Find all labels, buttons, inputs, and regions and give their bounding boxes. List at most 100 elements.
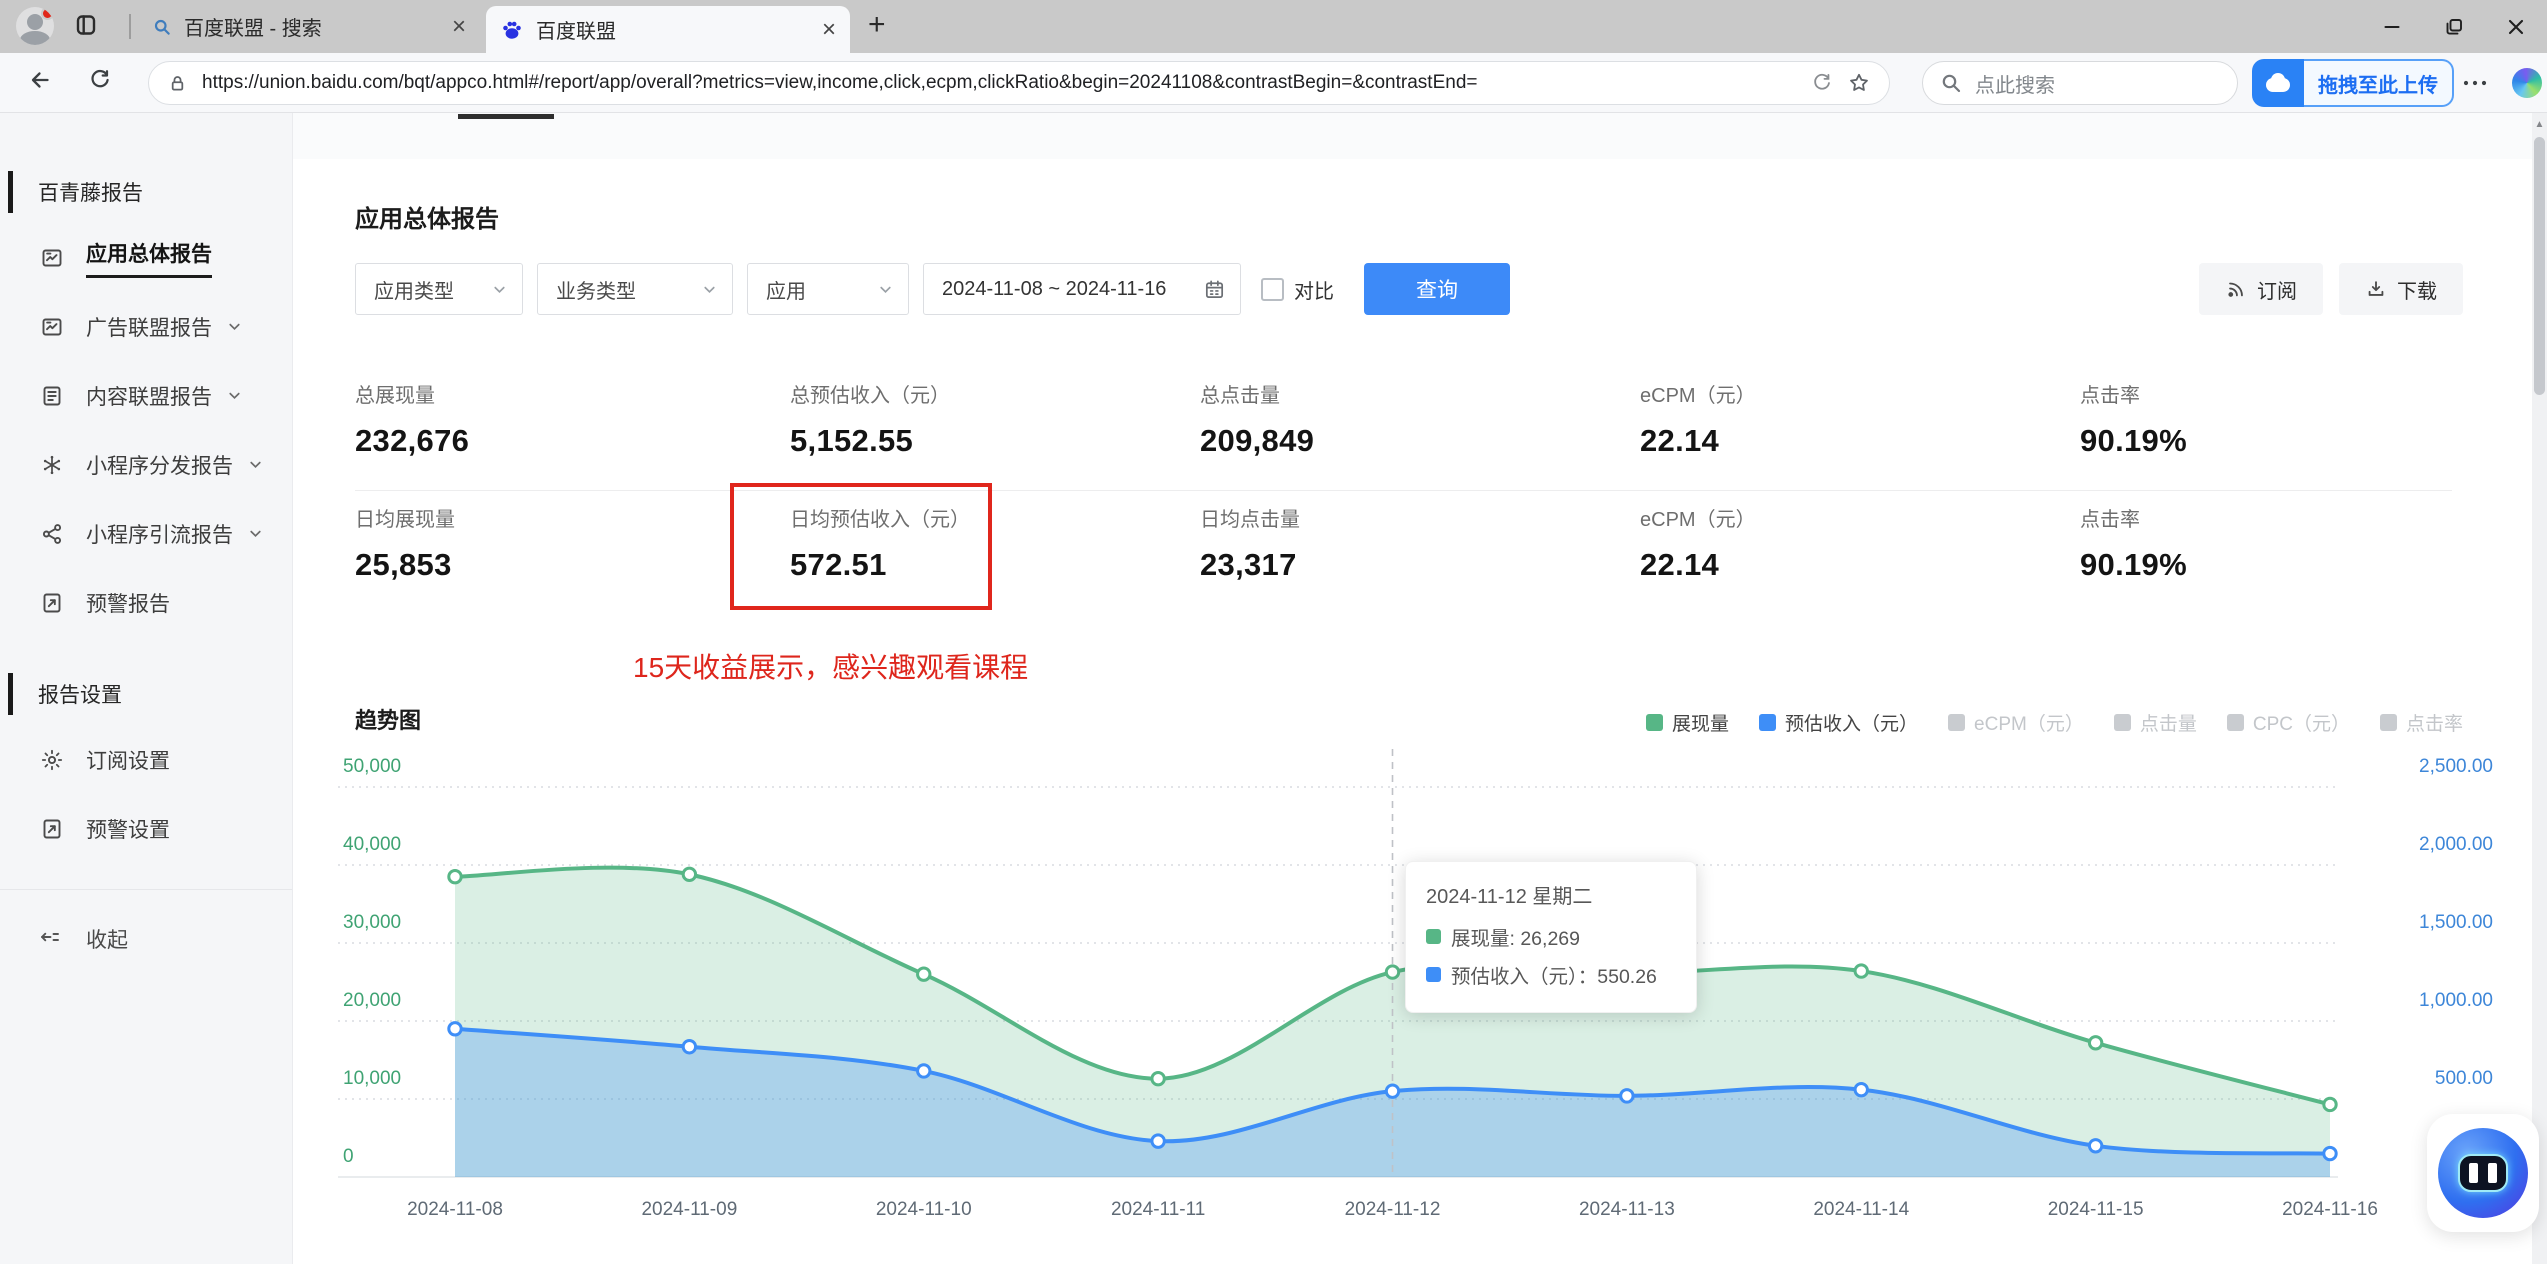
stat-value: 23,317 (1200, 547, 1297, 582)
quick-search-box[interactable]: 点此搜索 (1922, 61, 2238, 105)
contrast-label: 对比 (1294, 280, 1334, 303)
pause-bar (2488, 1163, 2497, 1183)
svg-text:50,000: 50,000 (343, 756, 401, 777)
legend-item-3[interactable]: 点击量 (2113, 709, 2197, 736)
legend-item-2[interactable]: eCPM（元） (1948, 709, 2084, 736)
scrollbar-thumb[interactable] (2534, 137, 2545, 395)
stat-label: 点击率 (2080, 385, 2140, 407)
legend-item-1[interactable]: 预估收入（元） (1759, 709, 1918, 736)
chevron-down-icon (701, 281, 718, 298)
browser-profile-avatar[interactable] (16, 7, 54, 45)
workspaces-icon[interactable] (74, 13, 98, 37)
baidu-favicon-icon (500, 18, 524, 42)
svg-text:2024-11-16: 2024-11-16 (2282, 1199, 2378, 1220)
favorite-star-icon[interactable] (1847, 71, 1871, 95)
svg-text:2024-11-10: 2024-11-10 (876, 1199, 972, 1220)
stat-value: 209,849 (1200, 423, 1315, 458)
tab-baidu-union[interactable]: 百度联盟 × (486, 6, 850, 53)
chevron-down-icon (247, 456, 264, 473)
sidebar-item-report-4[interactable]: 小程序引流报告 (0, 499, 292, 568)
sidebar-item-report-3[interactable]: 小程序分发报告 (0, 430, 292, 499)
stat-value: 232,676 (355, 423, 470, 458)
svg-text:500.00: 500.00 (2435, 1068, 2493, 1089)
legend-item-4[interactable]: CPC（元） (2226, 709, 2350, 736)
copilot-icon[interactable] (2512, 68, 2542, 98)
browser-tab-strip: 百度联盟 - 搜索 × 百度联盟 × + (0, 0, 2547, 53)
tooltip-row: 展现量: 26,269 (1426, 922, 1676, 951)
svg-text:0: 0 (343, 1146, 354, 1167)
sidebar-item-label: 内容联盟报告 (86, 385, 212, 409)
back-icon[interactable] (28, 68, 52, 92)
alert-icon (38, 815, 65, 842)
stat-value: 90.19% (2080, 547, 2187, 582)
section-title: 报告设置 (38, 684, 122, 707)
page-content: 百青藤报告 应用总体报告 广告联盟报告内容联盟报告小程序分发报告 小程序引流报告 预警… (0, 113, 2547, 1264)
svg-text:2,500.00: 2,500.00 (2419, 756, 2493, 777)
netdisk-upload-dropzone[interactable]: 拖拽至此上传 (2252, 59, 2454, 107)
url-text: https://union.baidu.com/bqt/appco.html#/… (202, 72, 1478, 93)
tooltip-swatch (1426, 967, 1441, 982)
sidebar-divider (0, 889, 292, 890)
svg-text:2024-11-11: 2024-11-11 (1111, 1199, 1205, 1220)
stats-divider (355, 490, 2452, 491)
gear-icon (38, 746, 65, 773)
date-range-picker[interactable]: 2024-11-08 ~ 2024-11-16 (923, 263, 1241, 315)
sidebar-section-reports: 百青藤报告 (0, 171, 292, 213)
subscribe-label: 订阅 (2257, 280, 2297, 303)
select-value: 业务类型 (556, 280, 636, 303)
refresh-icon[interactable] (88, 68, 112, 92)
business-type-select[interactable]: 业务类型 (537, 263, 733, 315)
date-range-value: 2024-11-08 ~ 2024-11-16 (942, 277, 1167, 300)
app-type-select[interactable]: 应用类型 (355, 263, 523, 315)
window-controls (2361, 0, 2547, 53)
report-actions: 订阅 下载 (2199, 263, 2463, 315)
legend-label: 展现量 (1672, 714, 1730, 735)
more-menu-icon[interactable] (2462, 75, 2488, 91)
filter-bar: 应用类型 业务类型 应用 2024-11-08 ~ 2024-11-16 对比 … (355, 263, 2463, 315)
new-tab-button[interactable]: + (868, 8, 886, 42)
sidebar-item-report-1[interactable]: 广告联盟报告 (0, 292, 292, 361)
stats-row-daily: 日均展现量 25,853 日均预估收入（元） 572.51 日均点击量 23,317 eCP… (355, 503, 2487, 583)
sidebar-item-setting-0[interactable]: 订阅设置 (0, 725, 292, 794)
translate-icon[interactable] (1811, 72, 1833, 94)
sidebar-item-report-0[interactable]: 应用总体报告 (0, 223, 292, 292)
svg-text:1,500.00: 1,500.00 (2419, 912, 2493, 933)
tab-label: 百度联盟 - 搜索 (184, 18, 322, 40)
stat-label: 总预估收入（元） (790, 385, 950, 407)
upload-label: 拖拽至此上传 (2304, 59, 2454, 107)
download-button[interactable]: 下载 (2339, 263, 2463, 315)
subscribe-button[interactable]: 订阅 (2199, 263, 2323, 315)
address-bar[interactable]: https://union.baidu.com/bqt/appco.html#/… (148, 61, 1890, 105)
page-scrollbar[interactable]: ▲ (2532, 113, 2547, 1264)
sidebar-item-setting-1[interactable]: 预警设置 (0, 794, 292, 863)
scrollbar-up-arrow[interactable]: ▲ (2532, 119, 2547, 130)
sidebar-item-report-5[interactable]: 预警报告 (0, 568, 292, 637)
restore-button[interactable] (2423, 0, 2485, 53)
stat-card: 点击率 90.19% (2080, 379, 2487, 459)
sidebar-collapse-button[interactable]: 收起 (0, 904, 292, 973)
sidebar: 百青藤报告 应用总体报告 广告联盟报告内容联盟报告小程序分发报告 小程序引流报告 预警… (0, 113, 293, 1264)
stat-label: 总展现量 (355, 385, 435, 407)
stat-label: eCPM（元） (1640, 509, 1756, 531)
collapse-icon (38, 925, 65, 952)
assistant-floating-button[interactable] (2427, 1114, 2539, 1232)
stat-value: 5,152.55 (790, 423, 914, 458)
sidebar-nav-primary: 应用总体报告 广告联盟报告内容联盟报告小程序分发报告 小程序引流报告 预警报告 (0, 223, 292, 637)
query-button[interactable]: 查询 (1364, 263, 1510, 315)
minimize-button[interactable] (2361, 0, 2423, 53)
tab-close-icon[interactable]: × (452, 14, 466, 39)
tab-baidu-search[interactable]: 百度联盟 - 搜索 × (138, 5, 480, 48)
browser-window: 百度联盟 - 搜索 × 百度联盟 × + https://union.baidu… (0, 0, 2547, 1264)
sidebar-item-report-2[interactable]: 内容联盟报告 (0, 361, 292, 430)
contrast-toggle[interactable]: 对比 (1261, 275, 1334, 304)
avatar-body (20, 31, 50, 45)
legend-item-0[interactable]: 展现量 (1646, 709, 1729, 736)
content-icon (38, 382, 65, 409)
app-select[interactable]: 应用 (747, 263, 909, 315)
close-button[interactable] (2485, 0, 2547, 53)
contrast-checkbox[interactable] (1261, 277, 1284, 301)
legend-item-5[interactable]: 点击率 (2379, 709, 2463, 736)
tab-close-icon[interactable]: × (822, 17, 836, 42)
chart-title: 趋势图 (355, 708, 422, 733)
svg-text:1,000.00: 1,000.00 (2419, 990, 2493, 1011)
